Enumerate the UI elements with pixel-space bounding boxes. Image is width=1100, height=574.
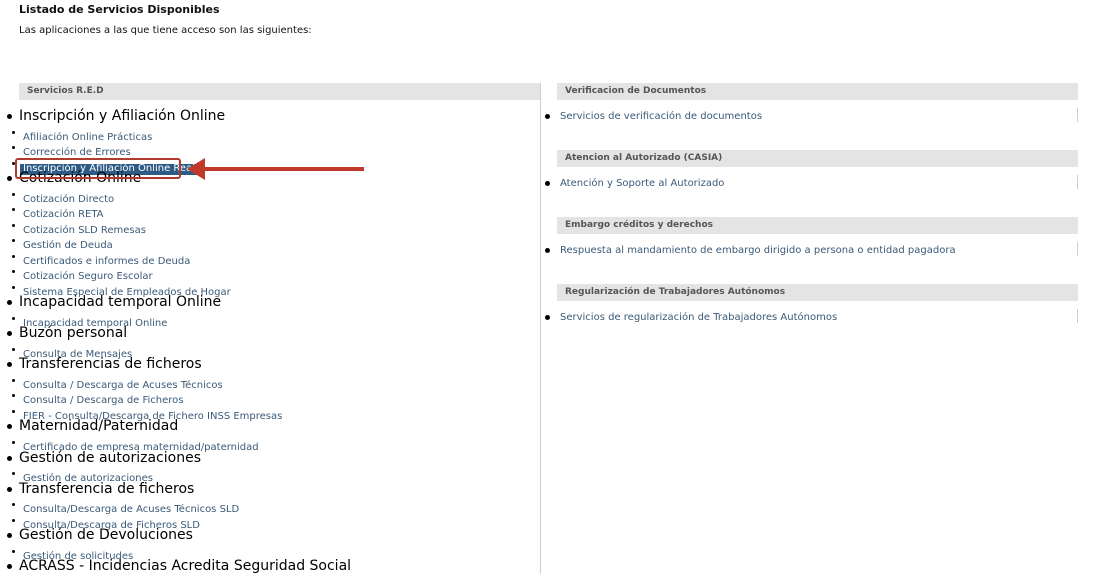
group-title: Gestión de Devoluciones: [19, 528, 540, 544]
page-title: Listado de Servicios Disponibles: [19, 3, 220, 16]
section-header-servicios-red: Servicios R.E.D: [19, 83, 540, 100]
group-cotizacion: Cotización Online Cotización Directo Cot…: [12, 170, 540, 298]
group-title: Transferencias de ficheros: [19, 357, 540, 373]
group-title: Maternidad/Paternidad: [19, 419, 540, 435]
group-transferencia-sld: Transferencia de ficheros Consulta/Desca…: [12, 481, 540, 531]
group-autorizaciones: Gestión de autorizaciones Gestión de aut…: [12, 450, 540, 484]
page-intro: Las aplicaciones a las que tiene acceso …: [19, 25, 312, 36]
divider: [1077, 309, 1078, 323]
divider: [1077, 175, 1078, 189]
bullet-icon: [545, 315, 550, 320]
group-title: ACRASS - Incidencias Acredita Seguridad …: [19, 559, 540, 574]
annotation-arrow-icon: [187, 158, 205, 180]
group-acrass: ACRASS - Incidencias Acredita Seguridad …: [19, 559, 540, 574]
section-header: Regularización de Trabajadores Autónomos: [557, 284, 1078, 301]
group-title: Inscripción y Afiliación Online: [19, 108, 540, 125]
section-embargo: Embargo créditos y derechos Respuesta al…: [545, 217, 1078, 284]
annotation-arrow-shaft: [200, 167, 364, 171]
service-link[interactable]: Atención y Soporte al Autorizado: [560, 178, 724, 189]
services-red-column: Servicios R.E.D Inscripción y Afiliación…: [12, 83, 541, 574]
divider: [1077, 108, 1078, 122]
group-buzon: Buzón personal Consulta de Mensajes: [12, 326, 540, 360]
service-link[interactable]: Respuesta al mandamiento de embargo diri…: [560, 245, 956, 256]
section-header: Verificacion de Documentos: [557, 83, 1078, 100]
group-maternidad: Maternidad/Paternidad Certificado de emp…: [12, 419, 540, 453]
bullet-icon: [545, 114, 550, 119]
section-casia: Atencion al Autorizado (CASIA) Atención …: [545, 150, 1078, 217]
section-header: Embargo créditos y derechos: [557, 217, 1078, 234]
group-title: Gestión de autorizaciones: [19, 450, 540, 467]
service-link[interactable]: Servicios de verificación de documentos: [560, 111, 762, 122]
section-regularizacion: Regularización de Trabajadores Autónomos…: [545, 284, 1078, 351]
annotation-highlight-box: [15, 158, 181, 179]
section-header: Atencion al Autorizado (CASIA): [557, 150, 1078, 167]
section-verificacion: Verificacion de Documentos Servicios de …: [545, 83, 1078, 150]
service-link[interactable]: Servicios de regularización de Trabajado…: [560, 312, 837, 323]
group-incapacidad: Incapacidad temporal Online Incapacidad …: [12, 295, 540, 329]
group-devoluciones: Gestión de Devoluciones Gestión de solic…: [12, 528, 540, 562]
bullet-icon: [545, 248, 550, 253]
group-title: Incapacidad temporal Online: [19, 295, 540, 311]
divider: [1077, 242, 1078, 256]
group-transferencias: Transferencias de ficheros Consulta / De…: [12, 357, 540, 422]
bullet-icon: [545, 181, 550, 186]
right-column: Verificacion de Documentos Servicios de …: [545, 83, 1078, 351]
group-title: Transferencia de ficheros: [19, 481, 540, 498]
group-title: Buzón personal: [19, 326, 540, 342]
